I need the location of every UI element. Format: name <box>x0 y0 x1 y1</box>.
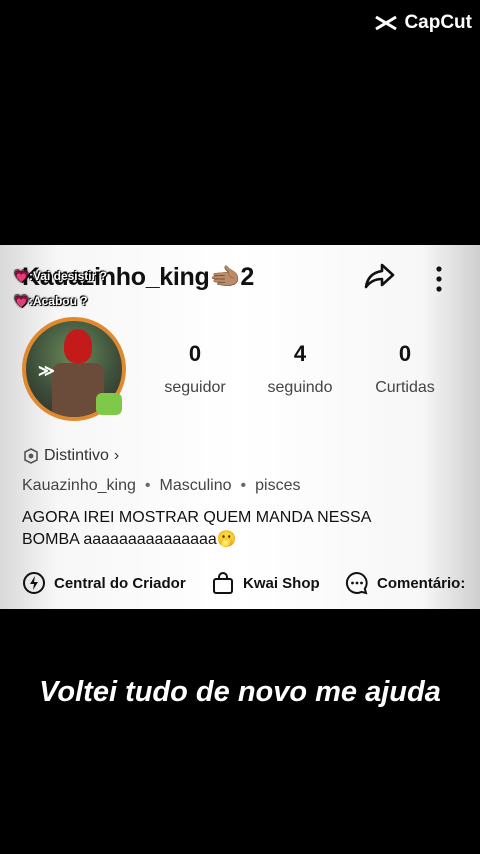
sticker-vai-desistir: 💗:Vai desistir ? <box>14 269 107 283</box>
badge-label: Distintivo <box>44 447 109 464</box>
stat-following-value: 4 <box>293 341 307 366</box>
profile-info-row: Kauazinho_king • Masculino • pisces <box>22 477 300 495</box>
chevron-right-icon: › <box>113 447 120 464</box>
comments-label: Comentário: <box>377 574 466 592</box>
info-gender: Masculino <box>159 477 232 494</box>
camera-sticker-icon <box>96 393 122 415</box>
badge-icon <box>24 448 38 464</box>
kwai-shop-label: Kwai Shop <box>243 574 320 592</box>
video-caption: Voltei tudo de novo me ajuda <box>39 676 441 708</box>
capcut-brand: CapCut <box>404 12 472 33</box>
info-separator: • <box>144 477 151 494</box>
more-options-icon[interactable] <box>430 265 448 293</box>
capcut-logo-icon <box>375 15 398 31</box>
info-handle: Kauazinho_king <box>22 477 136 494</box>
comments-button[interactable]: Comentário: <box>345 571 465 595</box>
sticker-acabou: 💗:Acabou ? <box>14 294 88 308</box>
stat-followers-value: 0 <box>188 341 202 366</box>
shopping-bag-icon <box>213 572 233 594</box>
avatar-head <box>64 329 92 363</box>
info-sign: pisces <box>255 477 301 494</box>
stat-likes-value: 0 <box>398 341 412 366</box>
info-separator: • <box>240 477 247 494</box>
profile-card: Kauazinho_king🫲🏽2 💗:Vai desistir ? 💗:Aca… <box>0 245 480 609</box>
comment-icon <box>345 571 368 595</box>
stat-likes[interactable]: 0 Curtidas <box>355 341 455 397</box>
avatar-logo-icon: ≫ <box>38 363 55 380</box>
share-icon[interactable] <box>362 261 396 291</box>
capcut-watermark: CapCut <box>374 12 472 34</box>
stat-following[interactable]: 4 seguindo <box>250 341 350 397</box>
stat-likes-label: Curtidas <box>375 379 435 396</box>
creator-center-label: Central do Criador <box>54 574 186 592</box>
stat-followers[interactable]: 0 seguidor <box>145 341 245 397</box>
creator-center-icon <box>23 572 45 594</box>
stat-followers-label: seguidor <box>164 379 226 396</box>
badge-link[interactable]: Distintivo › <box>23 447 119 465</box>
creator-center-button[interactable]: Central do Criador <box>22 571 186 595</box>
action-bar: Central do Criador Kwai Shop Comentário: <box>0 571 480 595</box>
profile-bio: AGORA IREI MOSTRAR QUEM MANDA NESSA BOMB… <box>22 509 371 548</box>
stat-following-label: seguindo <box>267 379 333 396</box>
kwai-shop-button[interactable]: Kwai Shop <box>211 571 320 595</box>
